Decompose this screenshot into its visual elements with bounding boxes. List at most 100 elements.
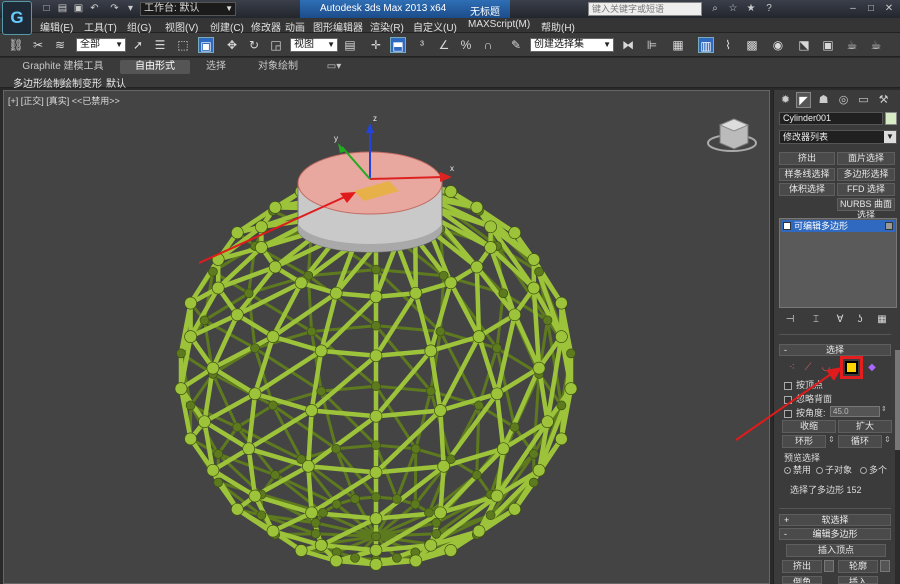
- insert-vertex-button[interactable]: 插入顶点: [786, 544, 886, 557]
- menu-rendering[interactable]: 渲染(R): [370, 19, 404, 34]
- patch-select-button[interactable]: 面片选择: [837, 152, 895, 165]
- extrude-mod-button[interactable]: 挤出: [779, 152, 835, 165]
- unlink-icon[interactable]: ✂: [30, 37, 46, 53]
- inset-button[interactable]: 插入: [838, 576, 878, 584]
- stack-item-editable-poly[interactable]: 可编辑多边形: [781, 220, 895, 232]
- app-logo-icon[interactable]: G: [2, 1, 32, 35]
- edit-polygons-rollout-header[interactable]: - 编辑多边形: [779, 528, 891, 540]
- help-search-input[interactable]: 键入关键字或短语: [588, 2, 702, 16]
- bevel-button[interactable]: 倒角: [782, 576, 822, 584]
- layer-manager-icon[interactable]: ▦: [670, 37, 686, 53]
- help-icon[interactable]: ?: [762, 2, 776, 16]
- render-iterative-icon[interactable]: ☕: [868, 37, 884, 53]
- align-icon[interactable]: ⊫: [644, 37, 660, 53]
- extrude-button[interactable]: 挤出: [782, 560, 822, 573]
- menu-create[interactable]: 创建(C): [210, 19, 244, 34]
- polygon-paint-item[interactable]: 多边形绘制: [13, 75, 63, 90]
- close-icon[interactable]: ✕: [882, 2, 896, 16]
- menu-edit[interactable]: 编辑(E): [40, 19, 73, 34]
- menu-views[interactable]: 视图(V): [165, 19, 198, 34]
- make-unique-icon[interactable]: ∀: [834, 314, 846, 326]
- menu-customize[interactable]: 自定义(U): [413, 19, 457, 34]
- menu-tools[interactable]: 工具(T): [84, 19, 117, 34]
- object-color-swatch[interactable]: [885, 112, 897, 125]
- motion-tab-icon[interactable]: ◎: [836, 92, 851, 108]
- panel-scrollbar[interactable]: [895, 350, 900, 584]
- paint-deform-item[interactable]: 绘制变形: [62, 75, 102, 90]
- rectangular-region-icon[interactable]: ⬚: [175, 37, 191, 53]
- menu-maxscript[interactable]: MAXScript(M): [468, 19, 530, 30]
- workspace-selector[interactable]: 工作台: 默认 ▼: [140, 2, 236, 16]
- favorites-icon[interactable]: ★: [744, 2, 758, 16]
- viewcube-icon[interactable]: [707, 118, 757, 152]
- soft-selection-rollout-header[interactable]: + 软选择: [779, 514, 891, 526]
- curve-editor-icon[interactable]: ⌇: [720, 37, 736, 53]
- tab-object-paint[interactable]: 对象绘制: [250, 60, 306, 74]
- selection-rollout-header[interactable]: - 选择: [779, 344, 891, 356]
- vol-select-button[interactable]: 体积选择: [779, 183, 835, 196]
- render-production-icon[interactable]: ☕: [844, 37, 860, 53]
- select-rotate-icon[interactable]: ↻: [246, 37, 262, 53]
- select-scale-icon[interactable]: ◲: [268, 37, 284, 53]
- object-name-field[interactable]: Cylinder001: [779, 112, 883, 125]
- select-by-name-icon[interactable]: ☰: [152, 37, 168, 53]
- minimize-icon[interactable]: –: [846, 2, 860, 16]
- configure-sets-icon[interactable]: ▦: [876, 314, 888, 326]
- named-selection-dropdown[interactable]: 创建选择集 ▼: [530, 38, 614, 52]
- bind-space-warp-icon[interactable]: ≋: [52, 37, 68, 53]
- mirror-icon[interactable]: ⧓: [620, 37, 636, 53]
- hierarchy-tab-icon[interactable]: ☗: [816, 92, 831, 108]
- utilities-tab-icon[interactable]: ⚒: [876, 92, 891, 108]
- select-link-icon[interactable]: ⛓: [8, 37, 24, 53]
- display-tab-icon[interactable]: ▭: [856, 92, 871, 108]
- select-manipulate-icon[interactable]: ✛: [368, 37, 384, 53]
- spline-select-button[interactable]: 样条线选择: [779, 168, 835, 181]
- select-move-icon[interactable]: ✥: [224, 37, 240, 53]
- redo-icon[interactable]: ↷: [108, 2, 121, 15]
- modifier-list-dropdown[interactable]: 修改器列表 ▼: [779, 130, 897, 144]
- modify-tab-icon[interactable]: ◤: [796, 92, 811, 108]
- edit-named-selection-icon[interactable]: ✎: [508, 37, 524, 53]
- keyboard-shortcut-override-icon[interactable]: ⬒: [390, 37, 406, 53]
- menu-help[interactable]: 帮助(H): [541, 19, 575, 34]
- hold-icon[interactable]: ▾: [124, 2, 137, 15]
- maximize-icon[interactable]: □: [864, 2, 878, 16]
- ffd-select-button[interactable]: FFD 选择: [837, 183, 895, 196]
- tab-graphite-modeling[interactable]: Graphite 建模工具: [20, 60, 106, 74]
- outline-button[interactable]: 轮廓: [838, 560, 878, 573]
- selection-filter-dropdown[interactable]: 全部 ▼: [76, 38, 126, 52]
- show-end-result-icon[interactable]: ⌶: [810, 314, 822, 326]
- poly-select-button[interactable]: 多边形选择: [837, 168, 895, 181]
- percent-snap-icon[interactable]: %: [458, 37, 474, 53]
- stack-item-checkbox[interactable]: [885, 222, 893, 230]
- menu-group[interactable]: 组(G): [127, 19, 151, 34]
- expand-toggle-icon[interactable]: [783, 222, 791, 230]
- rendered-frame-icon[interactable]: ▣: [820, 37, 836, 53]
- loop-spinner-icon[interactable]: ⇕: [884, 435, 891, 444]
- preview-subobject-radio[interactable]: 子对象: [816, 463, 852, 476]
- schematic-view-icon[interactable]: ▩: [744, 37, 760, 53]
- binoculars-icon[interactable]: ⌕: [708, 2, 722, 16]
- snaps-toggle-icon[interactable]: ³: [414, 37, 430, 53]
- viewport-label[interactable]: [+] [正交] [真实] <<已禁用>>: [8, 94, 120, 107]
- graphite-toggle-icon[interactable]: ▥: [698, 37, 714, 53]
- create-tab-icon[interactable]: ✹: [778, 92, 793, 108]
- menu-modifiers[interactable]: 修改器: [251, 19, 281, 34]
- scrollbar-thumb[interactable]: [895, 350, 900, 450]
- reference-coordinate-dropdown[interactable]: 视图 ▼: [290, 38, 338, 52]
- material-editor-icon[interactable]: ◉: [770, 37, 786, 53]
- communication-center-icon[interactable]: ☆: [726, 2, 740, 16]
- menu-animation[interactable]: 动画: [285, 19, 305, 34]
- nurbs-select-button[interactable]: NURBS 曲面选择: [837, 198, 895, 220]
- tab-freeform[interactable]: 自由形式: [120, 60, 190, 74]
- modifier-stack[interactable]: 可编辑多边形: [779, 218, 897, 308]
- outline-settings-icon[interactable]: [880, 560, 890, 572]
- default-item[interactable]: 默认: [106, 75, 126, 90]
- pin-stack-icon[interactable]: ⊣: [784, 314, 796, 326]
- spinner-snap-icon[interactable]: ∩: [480, 37, 496, 53]
- new-file-icon[interactable]: □: [40, 2, 53, 15]
- perspective-viewport[interactable]: x y z [+] [正交] [真实] <<已禁用>>: [3, 90, 770, 584]
- angle-snap-icon[interactable]: ∠: [436, 37, 452, 53]
- pivot-center-icon[interactable]: ▤: [342, 37, 358, 53]
- element-mode-icon[interactable]: ◆: [866, 362, 878, 374]
